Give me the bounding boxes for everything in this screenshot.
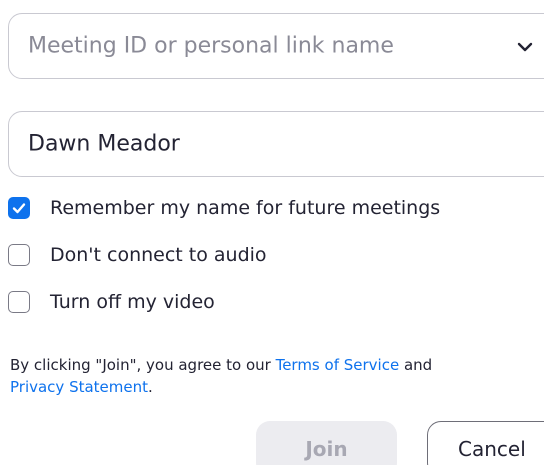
checkmark-icon	[12, 203, 26, 214]
no-audio-option[interactable]: Don't connect to audio	[8, 242, 267, 268]
terms-prefix: By clicking "Join", you agree to our	[10, 356, 276, 374]
cancel-button[interactable]: Cancel	[427, 421, 544, 465]
video-off-checkbox[interactable]	[8, 291, 30, 313]
terms-notice: By clicking "Join", you agree to our Ter…	[10, 354, 530, 398]
terms-of-service-link[interactable]: Terms of Service	[276, 356, 400, 374]
meeting-id-combobox[interactable]: Meeting ID or personal link name	[8, 13, 544, 79]
chevron-down-icon[interactable]	[514, 36, 536, 58]
name-value: Dawn Meador	[28, 131, 180, 157]
meeting-id-placeholder: Meeting ID or personal link name	[28, 33, 394, 59]
no-audio-label: Don't connect to audio	[50, 244, 267, 266]
no-audio-checkbox[interactable]	[8, 244, 30, 266]
remember-name-option[interactable]: Remember my name for future meetings	[8, 195, 440, 221]
privacy-statement-link[interactable]: Privacy Statement	[10, 378, 148, 396]
join-meeting-dialog: Meeting ID or personal link name Dawn Me…	[0, 0, 544, 465]
join-button[interactable]: Join	[256, 421, 397, 465]
terms-middle: and	[399, 356, 433, 374]
remember-name-checkbox[interactable]	[8, 197, 30, 219]
remember-name-label: Remember my name for future meetings	[50, 197, 441, 219]
terms-suffix: .	[148, 378, 153, 396]
name-field[interactable]: Dawn Meador	[8, 111, 544, 177]
video-off-option[interactable]: Turn off my video	[8, 289, 215, 315]
video-off-label: Turn off my video	[50, 291, 215, 313]
